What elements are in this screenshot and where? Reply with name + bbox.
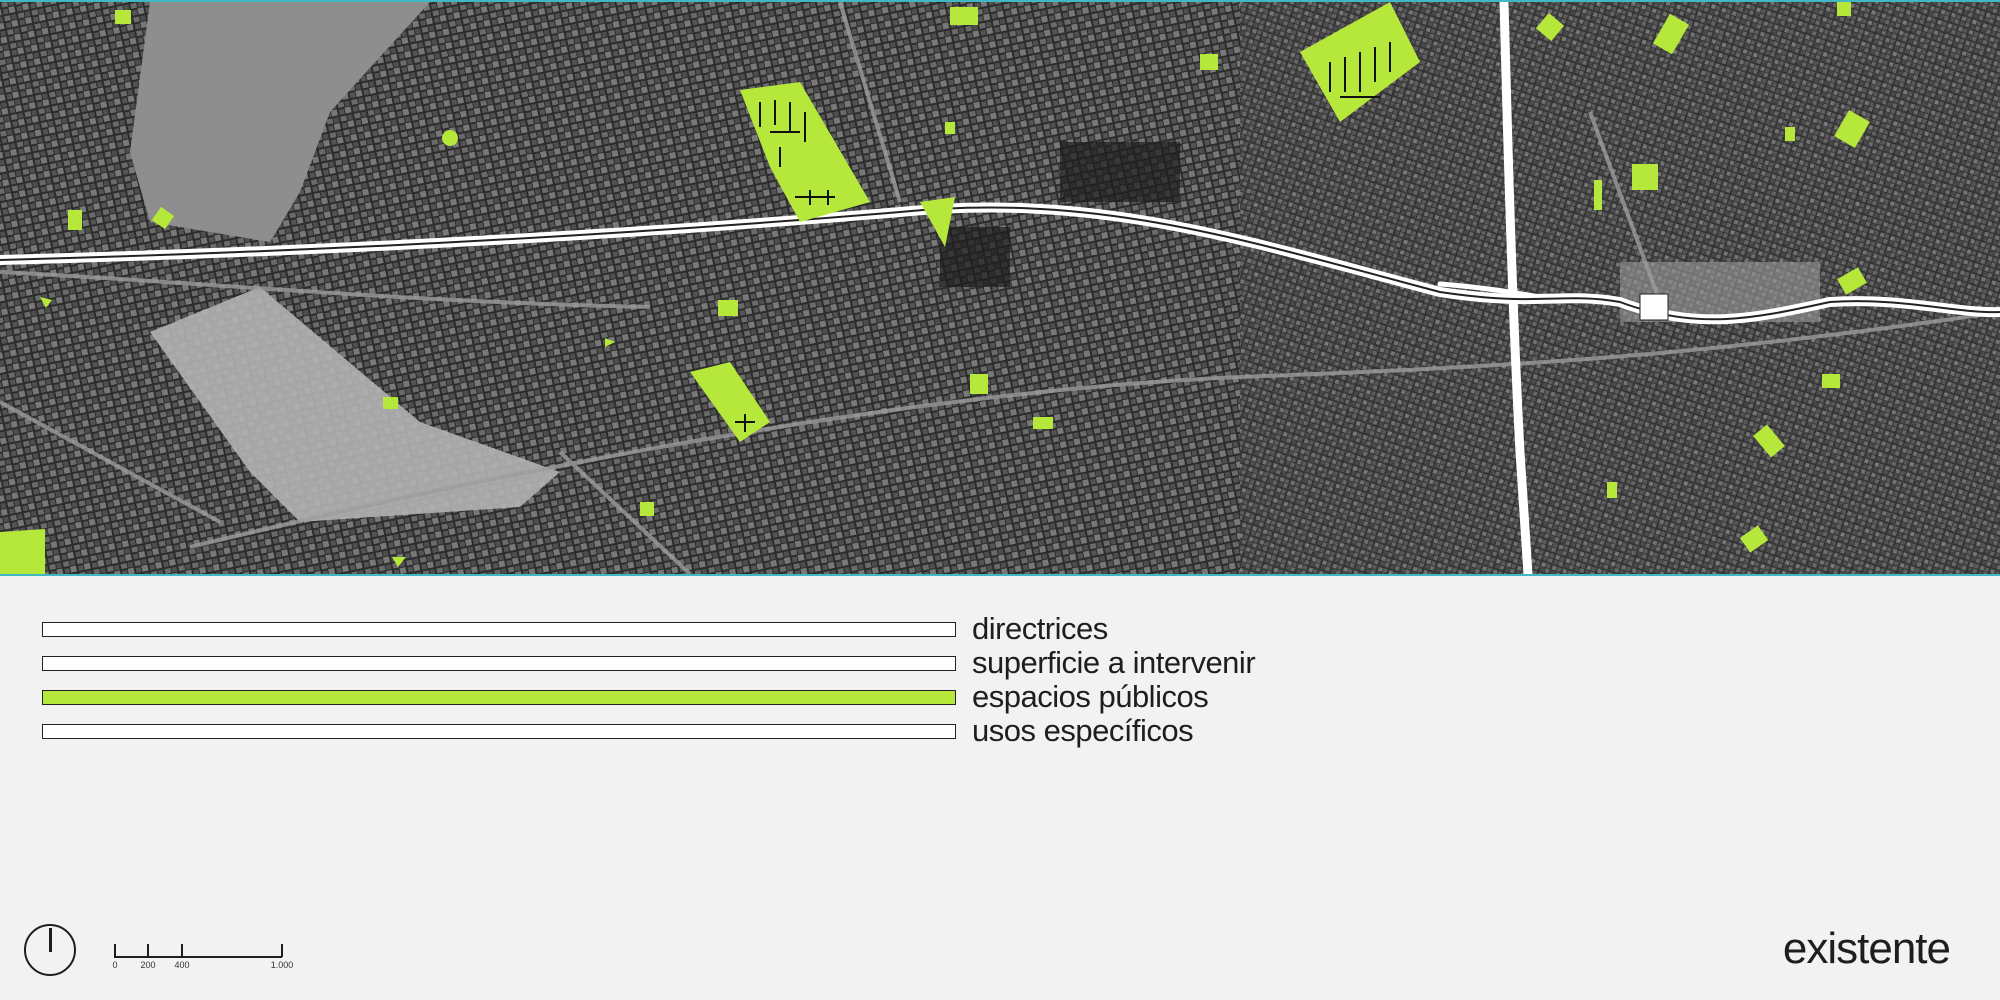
- scale-label: 400: [174, 960, 190, 970]
- scale-tick: [181, 944, 183, 957]
- industrial-area: [940, 227, 1010, 287]
- legend-item-usos: usos específicos: [42, 713, 1255, 748]
- legend-swatch: [42, 689, 956, 705]
- map-title: existente: [1782, 924, 1951, 973]
- legend-swatch: [42, 723, 956, 739]
- map-canvas: [0, 2, 2000, 574]
- legend-item-directrices: directrices: [42, 611, 1255, 646]
- scale-bar: 0 200 400 1.000: [112, 942, 298, 972]
- legend-label: espacios públicos: [972, 679, 1209, 714]
- legend-item-superficie: superficie a intervenir: [42, 645, 1256, 680]
- legend-swatch: [42, 655, 956, 671]
- scale-line: [114, 956, 282, 958]
- legend-label: superficie a intervenir: [972, 645, 1256, 680]
- scale-label: 200: [140, 960, 156, 970]
- scale-tick: [147, 944, 149, 957]
- north-needle: [49, 928, 52, 952]
- scale-tick: [114, 944, 116, 957]
- industrial-area: [1060, 142, 1180, 202]
- aerial-map: [0, 0, 2000, 576]
- map-legend: directrices superficie a intervenir espa…: [42, 611, 1256, 748]
- scale-label: 0: [112, 960, 118, 970]
- north-arrow-icon: [24, 924, 76, 976]
- legend-label: directrices: [972, 611, 1108, 646]
- scale-tick: [281, 944, 283, 957]
- legend-label: usos específicos: [972, 713, 1194, 748]
- legend-swatch: [42, 621, 956, 637]
- legend-item-espacios-publicos: espacios públicos: [42, 679, 1255, 714]
- scale-label: 1.000: [270, 960, 294, 970]
- stadium: [1639, 293, 1669, 321]
